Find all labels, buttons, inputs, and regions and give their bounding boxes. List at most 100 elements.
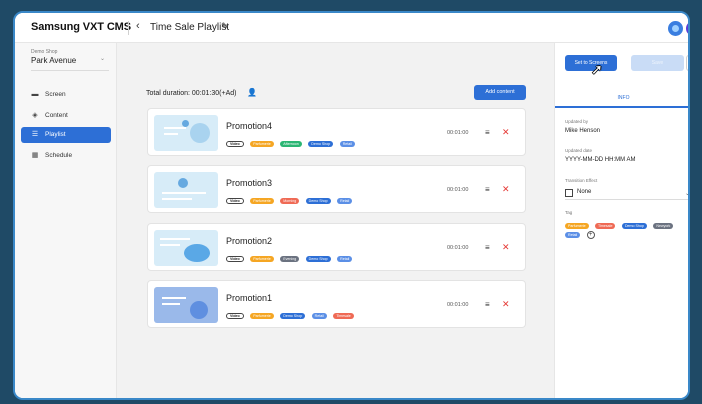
playlist-icon: ☰ (31, 131, 39, 138)
transition-underline (565, 199, 688, 200)
content-tags: Video Parfumerie Demo Shop Retail Timesa… (226, 313, 356, 331)
drag-handle-icon[interactable]: ≡ (485, 128, 490, 137)
content-name: Promotion1 (226, 293, 273, 303)
tag-newyork: Newyork (653, 222, 674, 229)
tag-retail: Retail (337, 256, 353, 262)
header-divider (128, 21, 129, 35)
drag-handle-icon[interactable]: ≡ (485, 185, 490, 194)
store-caption: Demo Shop (31, 49, 58, 55)
top-header: Samsung VXT CMS ‹ Time Sale Playlist ✎ (15, 13, 688, 43)
tab-indicator (555, 106, 688, 108)
updated-by-value: Mike Henson (565, 128, 601, 134)
playlist-item-promotion2[interactable]: Promotion2 Video Parfumerie Evening Demo… (147, 223, 526, 271)
chevron-down-icon[interactable]: ⌄ (685, 190, 688, 197)
tag-parfumerie: Parfumerie (250, 313, 274, 319)
playlist-item-promotion1[interactable]: Promotion1 Video Parfumerie Demo Shop Re… (147, 280, 526, 328)
tag-afternoon: Afternoon (280, 141, 302, 147)
back-chevron-icon[interactable]: ‹ (136, 20, 140, 32)
person-add-icon[interactable]: 👤 (247, 88, 257, 97)
sidebar-item-screen[interactable]: ▬ Screen (21, 87, 111, 103)
tag-demo-shop: Demo Shop (305, 256, 331, 262)
screen-icon: ▬ (31, 91, 39, 98)
tag-morning: Morning (280, 198, 300, 204)
sidebar-item-playlist[interactable]: ☰ Playlist (21, 127, 111, 143)
tag-parfumerie: Parfumerie (565, 222, 589, 229)
content-duration: 00:01:00 (447, 245, 469, 251)
tag-timesale: Timesale (333, 313, 354, 319)
store-selector[interactable]: Park Avenue (31, 56, 76, 65)
save-button[interactable]: Save (631, 55, 684, 71)
mouse-cursor-icon: ➚ (591, 61, 603, 77)
delete-icon[interactable]: ✕ (502, 299, 510, 310)
delete-icon[interactable]: ✕ (502, 242, 510, 253)
content-thumbnail (154, 287, 218, 323)
transition-effect-label: Transition Effect (565, 178, 598, 183)
playlist-item-promotion4[interactable]: Promotion4 Video Parfumerie Afternoon De… (147, 108, 526, 156)
notification-icon[interactable] (668, 21, 683, 36)
add-tag-icon[interactable]: + (586, 230, 595, 239)
delete-icon[interactable]: ✕ (502, 184, 510, 195)
tag-evening: Evening (280, 256, 300, 262)
transition-checkbox[interactable] (565, 189, 573, 197)
more-options-icon[interactable]: ⋮ (686, 55, 688, 71)
tag-retail: Retail (339, 141, 355, 147)
content-duration: 00:01:00 (447, 130, 469, 136)
pencil-icon[interactable]: ✎ (221, 21, 229, 32)
content-thumbnail (154, 115, 218, 151)
add-content-button[interactable]: Add content (474, 85, 526, 100)
playlist-item-promotion3[interactable]: Promotion3 Video Parfumerie Morning Demo… (147, 165, 526, 213)
tag-video: Video (226, 313, 244, 319)
tag-demo-shop: Demo Shop (621, 222, 647, 229)
sidebar-item-label: Schedule (45, 152, 73, 159)
sidebar-item-schedule[interactable]: ▦ Schedule (21, 148, 111, 164)
drag-handle-icon[interactable]: ≡ (485, 300, 490, 309)
sidebar-item-label: Playlist (45, 131, 66, 138)
content-tags: Video Parfumerie Evening Demo Shop Retai… (226, 256, 354, 274)
updated-date-label: Updated date (565, 148, 593, 153)
content-name: Promotion4 (226, 121, 273, 131)
sidebar-item-label: Screen (45, 91, 66, 98)
tag-list: Parfumerie Timesale Demo Shop Newyork Re… (565, 221, 688, 239)
tag-video: Video (226, 256, 244, 262)
tag-video: Video (226, 198, 244, 204)
tag-parfumerie: Parfumerie (250, 141, 274, 147)
tag-label: Tag (565, 210, 573, 215)
content-tags: Video Parfumerie Morning Demo Shop Retai… (226, 198, 354, 216)
sidebar: Demo Shop Park Avenue ⌄ ▬ Screen ◈ Conte… (15, 43, 117, 398)
brand-title: Samsung VXT CMS (31, 21, 131, 33)
updated-date-value: YYYY-MM-DD HH:MM AM (565, 157, 636, 163)
content-icon: ◈ (32, 112, 38, 119)
content-name: Promotion3 (226, 178, 273, 188)
app-window: Samsung VXT CMS ‹ Time Sale Playlist ✎ D… (13, 11, 690, 400)
total-duration: Total duration: 00:01:30(+Ad) (146, 90, 237, 97)
tag-parfumerie: Parfumerie (250, 198, 274, 204)
tag-retail: Retail (311, 313, 327, 319)
content-duration: 00:01:00 (447, 187, 469, 193)
tag-timesale: Timesale (595, 222, 616, 229)
info-panel: Set to Screens ➚ Save ⋮ INFO Updated by … (554, 43, 688, 398)
playlist-main: Total duration: 00:01:30(+Ad) 👤 Add cont… (117, 43, 554, 398)
tag-retail: Retail (337, 198, 353, 204)
sidebar-item-content[interactable]: ◈ Content (21, 108, 111, 124)
tag-demo-shop: Demo Shop (305, 198, 331, 204)
store-underline (31, 70, 109, 71)
tag-demo-shop: Demo Shop (308, 141, 334, 147)
updated-by-label: Updated by (565, 119, 589, 124)
user-avatar-icon[interactable] (686, 21, 688, 36)
schedule-icon: ▦ (31, 152, 39, 159)
playlist-title: Time Sale Playlist (150, 22, 230, 33)
tag-parfumerie: Parfumerie (250, 256, 274, 262)
content-duration: 00:01:00 (447, 302, 469, 308)
delete-icon[interactable]: ✕ (502, 127, 510, 138)
tag-video: Video (226, 141, 244, 147)
drag-handle-icon[interactable]: ≡ (485, 243, 490, 252)
transition-effect-select[interactable]: None (577, 189, 591, 195)
sidebar-item-label: Content (45, 112, 68, 119)
content-name: Promotion2 (226, 236, 273, 246)
content-tags: Video Parfumerie Afternoon Demo Shop Ret… (226, 141, 357, 159)
tag-demo-shop: Demo Shop (280, 313, 306, 319)
chevron-down-icon[interactable]: ⌄ (100, 55, 105, 62)
tag-retail: Retail (565, 231, 581, 238)
content-thumbnail (154, 172, 218, 208)
content-thumbnail (154, 230, 218, 266)
